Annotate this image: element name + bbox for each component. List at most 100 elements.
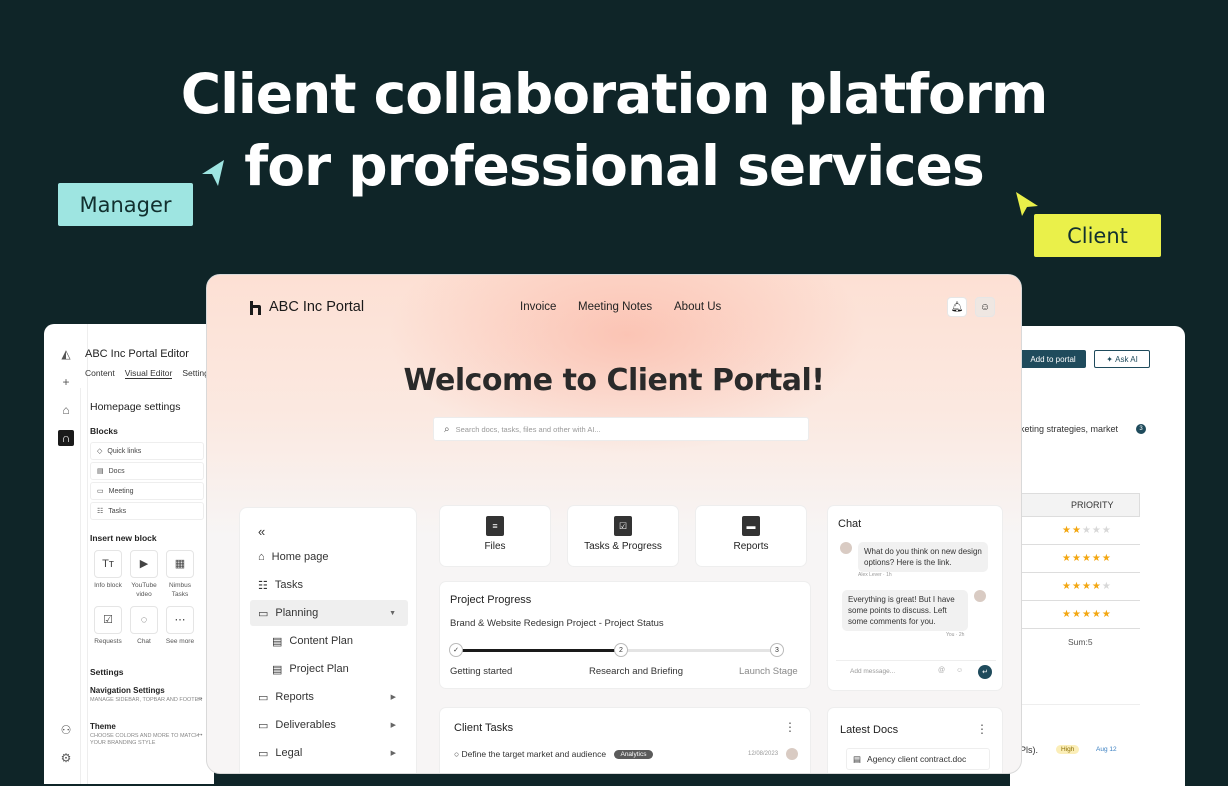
users-icon[interactable]: ⚇ [58,722,74,738]
sidebar-item-reports[interactable]: ▭ Reports ▶ [250,684,408,710]
more-vertical-icon[interactable]: ⋮ [784,720,796,734]
sidebar-item-tasks[interactable]: ☷ Tasks [250,572,408,598]
task-row[interactable]: Pls). High Aug 12 [1020,704,1140,774]
home-icon: ⌂ [258,551,265,563]
sidebar-item-home[interactable]: ⌂ Home page [250,544,408,570]
insert-info-block[interactable]: Tт Info block [90,550,126,590]
star-filled-icon[interactable]: ★ [1102,609,1112,620]
star-filled-icon[interactable]: ★ [1062,525,1072,536]
star-filled-icon[interactable]: ★ [1072,609,1082,620]
sidebar-item-deliverables[interactable]: ▭ Deliverables ▶ [250,712,408,738]
block-quick-links[interactable]: ◇ Quick links [90,442,204,460]
comment-count-badge: 3 [1136,424,1146,434]
theme-settings[interactable]: Theme Choose colors and more to match yo… [90,722,208,747]
theme-title: Theme [90,722,116,731]
quick-link-label: Tasks & Progress [584,541,662,552]
stage-getting-started: Getting started [450,666,513,677]
ask-ai-button[interactable]: ✦ Ask AI [1094,350,1150,368]
star-filled-icon[interactable]: ★ [1072,525,1082,536]
star-filled-icon[interactable]: ★ [1092,609,1102,620]
priority-rating[interactable]: ★ ★ ★ ★ ★ [1020,545,1140,573]
chat-message-input[interactable]: Add message... [836,660,996,682]
play-icon: ▶ [130,550,158,578]
stage-launch: Launch Stage [739,666,798,677]
star-empty-icon[interactable]: ★ [1082,525,1092,536]
insert-see-more[interactable]: ⋯ See more [162,606,198,646]
grid-icon: ▦ [166,550,194,578]
tasks-icon: ☷ [97,508,104,515]
insert-nimbus-tasks[interactable]: ▦ Nimbus Tasks [162,550,198,599]
check-icon: ☑ [94,606,122,634]
star-filled-icon[interactable]: ★ [1072,553,1082,564]
priority-table: PRIORITY ★ ★ ★ ★ ★ ★ ★ ★ ★ ★ ★ ★ ★ ★ ★ ★ ★ ★ ★ ★ [1020,493,1140,629]
blocks-heading: Blocks [90,426,118,436]
portal-logo-text: ABC Inc Portal [269,299,365,315]
more-vertical-icon[interactable]: ⋮ [976,722,988,736]
insert-requests[interactable]: ☑ Requests [90,606,126,646]
search-input[interactable]: ⌕ Search docs, tasks, files and other wi… [433,417,809,441]
nav-invoice[interactable]: Invoice [520,301,556,313]
lock-icon[interactable]: ⌂ [58,402,74,418]
task-row[interactable]: ○ Define the target market and audience … [454,749,653,760]
task-tag: Analytics [614,750,653,760]
star-filled-icon[interactable]: ★ [1092,581,1102,592]
plus-icon[interactable]: + [58,374,74,390]
brand-icon[interactable]: ◭ [58,346,74,362]
star-filled-icon[interactable]: ★ [1062,581,1072,592]
tab-visual-editor[interactable]: Visual Editor [124,368,173,379]
send-icon[interactable]: ↵ [978,665,992,679]
sidebar-item-project-plan[interactable]: ▤ Project Plan [250,656,408,682]
client-tasks-title: Client Tasks [454,722,514,734]
block-tasks[interactable]: ☷ Tasks [90,502,204,520]
star-filled-icon[interactable]: ★ [1072,581,1082,592]
sidebar-item-legal[interactable]: ▭ Legal ▶ [250,740,408,766]
nav-about-us[interactable]: About Us [674,301,721,313]
star-filled-icon[interactable]: ★ [1082,581,1092,592]
chevron-right-icon: ▶ [390,694,396,701]
folder-icon: ▭ [258,607,269,620]
priority-rating[interactable]: ★ ★ ★ ★ ★ [1020,517,1140,545]
settings-icon[interactable]: ⚙ [58,750,74,766]
chat-message-received: What do you think on new design options?… [858,542,988,572]
search-icon: ⌕ [444,423,450,435]
doc-item[interactable]: ▤ Agency client contract.doc [846,748,990,770]
quick-link-files[interactable]: ≡ Files [439,505,551,567]
manager-cursor-icon [202,160,224,186]
project-progress-title: Project Progress [450,594,532,606]
avatar[interactable]: ☺ [975,297,995,317]
quick-link-reports[interactable]: ▬ Reports [695,505,807,567]
portal-logo[interactable]: ABC Inc Portal [249,299,364,315]
block-docs[interactable]: ▤ Docs [90,462,204,480]
insert-chat[interactable]: ◌ Chat [126,606,162,646]
star-empty-icon[interactable]: ★ [1092,525,1102,536]
nav-meeting-notes[interactable]: Meeting Notes [578,301,652,313]
sidebar-item-content-plan[interactable]: ▤ Content Plan [250,628,408,654]
block-meeting[interactable]: ▭ Meeting [90,482,204,500]
bell-icon[interactable]: 🔔︎ [947,297,967,317]
tab-content[interactable]: Content [85,368,115,379]
collapse-icon[interactable]: « [258,524,265,539]
star-filled-icon[interactable]: ★ [1062,609,1072,620]
add-to-portal-button[interactable]: Add to portal [1020,350,1086,368]
star-filled-icon[interactable]: ★ [1082,609,1092,620]
sidebar-item-planning[interactable]: ▭ Planning ▼ [250,600,408,626]
star-filled-icon[interactable]: ★ [1082,553,1092,564]
emoji-icon[interactable]: ☺ [956,667,963,674]
step-done-icon: ✓ [449,643,463,657]
star-filled-icon[interactable]: ★ [1092,553,1102,564]
mention-icon[interactable]: @ [938,667,945,674]
portal-icon[interactable]: ∩ [58,430,74,446]
star-empty-icon[interactable]: ★ [1102,525,1112,536]
checkbox-icon[interactable]: ○ [454,749,459,759]
quick-link-tasks-progress[interactable]: ☑ Tasks & Progress [567,505,679,567]
star-filled-icon[interactable]: ★ [1102,553,1112,564]
priority-rating[interactable]: ★ ★ ★ ★ ★ [1020,601,1140,629]
star-filled-icon[interactable]: ★ [1062,553,1072,564]
doc-name: Agency client contract.doc [867,754,967,764]
insert-youtube-video[interactable]: ▶ YouTube video [126,550,162,599]
editor-title: ABC Inc Portal Editor [85,348,189,360]
folder-icon: ▭ [258,691,269,704]
star-empty-icon[interactable]: ★ [1102,581,1112,592]
priority-rating[interactable]: ★ ★ ★ ★ ★ [1020,573,1140,601]
navigation-settings[interactable]: Navigation Settings Manage sidebar, topb… [90,686,208,704]
